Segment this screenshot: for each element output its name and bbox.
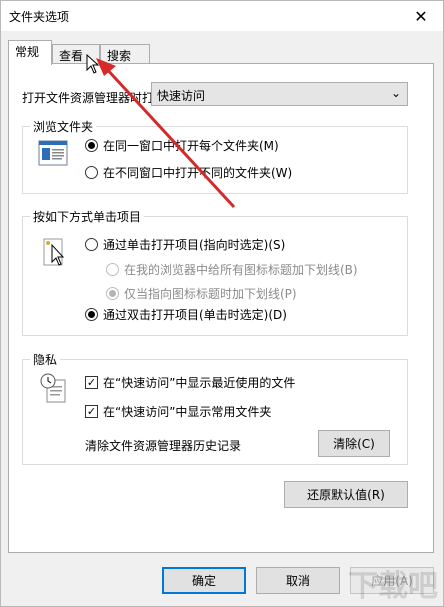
annotation-arrow xyxy=(96,58,236,209)
mouse-cursor-icon xyxy=(86,54,100,74)
tab-general[interactable]: 常规 xyxy=(8,40,52,65)
